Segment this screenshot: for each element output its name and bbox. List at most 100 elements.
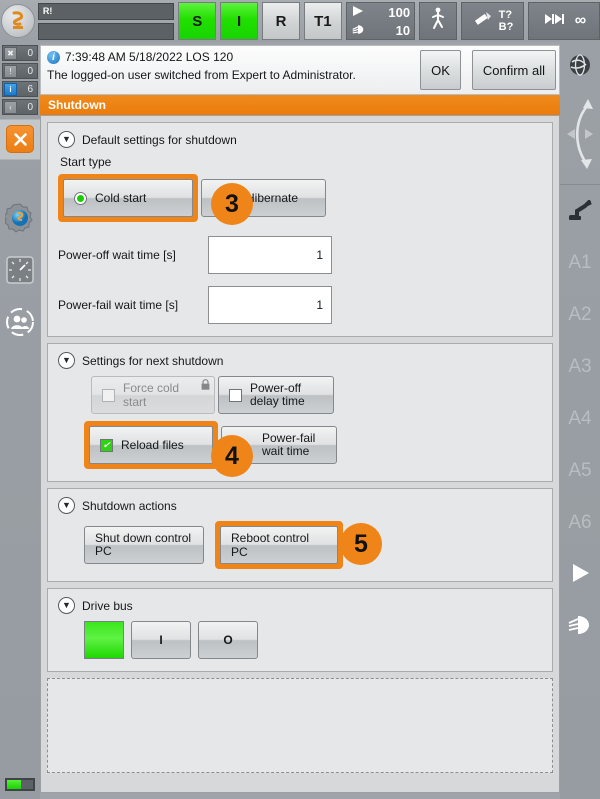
jog-hand-icon: [567, 614, 593, 641]
start-type-label: Start type: [60, 155, 112, 169]
close-message-list-holder: [0, 119, 40, 160]
reload-files-label: Reload files: [121, 438, 184, 452]
reload-files-button[interactable]: ✔ Reload files: [89, 426, 213, 464]
robot-axis-button[interactable]: [560, 185, 600, 237]
base-label: B?: [498, 21, 514, 33]
drive-bus-on-label: I: [159, 633, 163, 647]
counter-acknowledge-messages[interactable]: ✖ 0: [2, 45, 38, 61]
left-rail: ✖ 0 ! 0 i 6 ‹ 0: [0, 42, 40, 799]
panel-title: Shutdown actions: [82, 498, 177, 513]
counter-info-messages[interactable]: i 6: [2, 81, 38, 97]
panel-default-settings-header[interactable]: ▼ Default settings for shutdown: [58, 131, 542, 148]
submit-interpreter-button[interactable]: S: [178, 2, 217, 40]
power-off-delay-label: Power-off delay time: [250, 381, 305, 408]
checkbox-icon[interactable]: [229, 388, 242, 402]
axis-label-a4[interactable]: A4: [560, 393, 600, 445]
jog-override-value: 10: [395, 22, 411, 38]
step-mode-icon: [544, 12, 566, 30]
page-title: Shutdown: [40, 95, 560, 115]
cold-start-button[interactable]: Cold start: [63, 179, 193, 217]
panel-shutdown-actions: ▼ Shutdown actions Shut down control PC …: [47, 488, 553, 582]
power-fail-wait-input[interactable]: 1: [208, 286, 332, 324]
message-timestamp: 7:39:48 AM 5/18/2022 LOS 120: [65, 50, 234, 64]
counter-value: 0: [27, 47, 33, 59]
ok-button[interactable]: OK: [420, 50, 461, 90]
shut-down-control-pc-button[interactable]: Shut down control PC: [84, 526, 204, 564]
counter-state-messages[interactable]: ! 0: [2, 63, 38, 79]
warning-message-icon: !: [4, 64, 17, 78]
force-cold-start-button: Force cold start: [91, 376, 215, 414]
jog-direction-button[interactable]: [563, 86, 597, 184]
reboot-control-pc-label: Reboot control PC: [231, 531, 310, 559]
wait-message-icon: ‹: [4, 100, 17, 114]
panel-shutdown-actions-header[interactable]: ▼ Shutdown actions: [58, 497, 542, 514]
clock-button[interactable]: [0, 246, 40, 298]
message-counters: ✖ 0 ! 0 i 6 ‹ 0: [0, 42, 40, 115]
override-button[interactable]: 100 10: [345, 2, 416, 40]
tool-base-button[interactable]: T? B?: [460, 2, 524, 40]
walking-person-icon: [430, 7, 446, 35]
close-button[interactable]: [6, 125, 34, 153]
counter-value: 0: [27, 65, 33, 77]
chevron-down-icon[interactable]: ▼: [58, 597, 75, 614]
message-window[interactable]: i 7:39:48 AM 5/18/2022 LOS 120 The logge…: [40, 45, 560, 95]
drive-bus-on-button[interactable]: I: [131, 621, 191, 659]
reboot-control-pc-button[interactable]: Reboot control PC: [220, 526, 338, 564]
panel-title: Default settings for shutdown: [82, 132, 237, 147]
drives-ready-button[interactable]: I: [220, 2, 259, 40]
main-menu-button[interactable]: [0, 0, 36, 42]
chevron-down-icon[interactable]: ▼: [58, 352, 75, 369]
power-fail-wait-label: Power-fail wait time [s]: [58, 298, 179, 312]
axis-label-a6[interactable]: A6: [560, 497, 600, 549]
increment-label: ∞: [574, 12, 586, 29]
kuka-robot-logo-icon: [0, 4, 35, 38]
status-field-secondary[interactable]: [37, 22, 175, 40]
radio-icon: [74, 191, 87, 205]
panel-drive-bus-header[interactable]: ▼ Drive bus: [58, 597, 542, 614]
lock-icon: [201, 379, 210, 390]
robot-gear-icon: [3, 202, 35, 238]
robot-interpreter-button[interactable]: R: [262, 2, 300, 40]
axis-label-a5[interactable]: A5: [560, 445, 600, 497]
walking-person-button[interactable]: [419, 2, 457, 40]
jog-mode-button[interactable]: [560, 601, 600, 653]
power-off-wait-input[interactable]: 1: [208, 236, 332, 274]
counter-value: 6: [27, 83, 33, 95]
counter-value: 0: [27, 101, 33, 113]
axis-label-a2[interactable]: A2: [560, 289, 600, 341]
tool-base-icon: [472, 8, 494, 34]
clock-icon: [6, 255, 34, 289]
message-body: The logged-on user switched from Expert …: [47, 68, 356, 82]
tool-label: T?: [498, 9, 513, 21]
status-field-primary[interactable]: R!: [37, 2, 175, 20]
power-off-delay-button[interactable]: Power-off delay time: [218, 376, 334, 414]
operating-mode-button[interactable]: T1: [303, 2, 342, 40]
world-coordinate-button[interactable]: [568, 48, 592, 86]
chevron-down-icon[interactable]: ▼: [58, 497, 75, 514]
info-icon: i: [47, 50, 60, 64]
cold-start-highlight: Cold start: [58, 174, 198, 222]
info-message-icon: i: [4, 82, 17, 96]
chevron-down-icon[interactable]: ▼: [58, 131, 75, 148]
drive-bus-off-button[interactable]: O: [198, 621, 258, 659]
confirm-all-button[interactable]: Confirm all: [471, 50, 556, 90]
axis-label-a1[interactable]: A1: [560, 237, 600, 289]
program-run-button[interactable]: [560, 549, 600, 601]
power-fail-wait-label: Power-fail wait time: [262, 431, 316, 458]
status-message-fields: R!: [37, 2, 175, 40]
robot-configuration-button[interactable]: [0, 194, 40, 246]
shutdown-content: ▼ Default settings for shutdown Start ty…: [40, 115, 560, 793]
cold-start-label: Cold start: [95, 191, 147, 205]
checkbox-icon[interactable]: ✔: [100, 438, 113, 452]
panel-next-shutdown-header[interactable]: ▼ Settings for next shutdown: [58, 352, 542, 369]
increment-button[interactable]: ∞: [527, 2, 600, 40]
force-cold-start-label: Force cold start: [123, 381, 180, 409]
empty-content-area: [47, 678, 553, 773]
callout-badge-3: 3: [211, 183, 253, 225]
top-toolbar: R! S I R T1 100 10 T? B? ∞: [0, 0, 600, 42]
counter-wait-messages[interactable]: ‹ 0: [2, 99, 38, 115]
user-group-button[interactable]: [0, 298, 40, 350]
axis-label-a3[interactable]: A3: [560, 341, 600, 393]
callout-badge-4: 4: [211, 435, 253, 477]
drive-bus-status-led: [84, 621, 124, 659]
